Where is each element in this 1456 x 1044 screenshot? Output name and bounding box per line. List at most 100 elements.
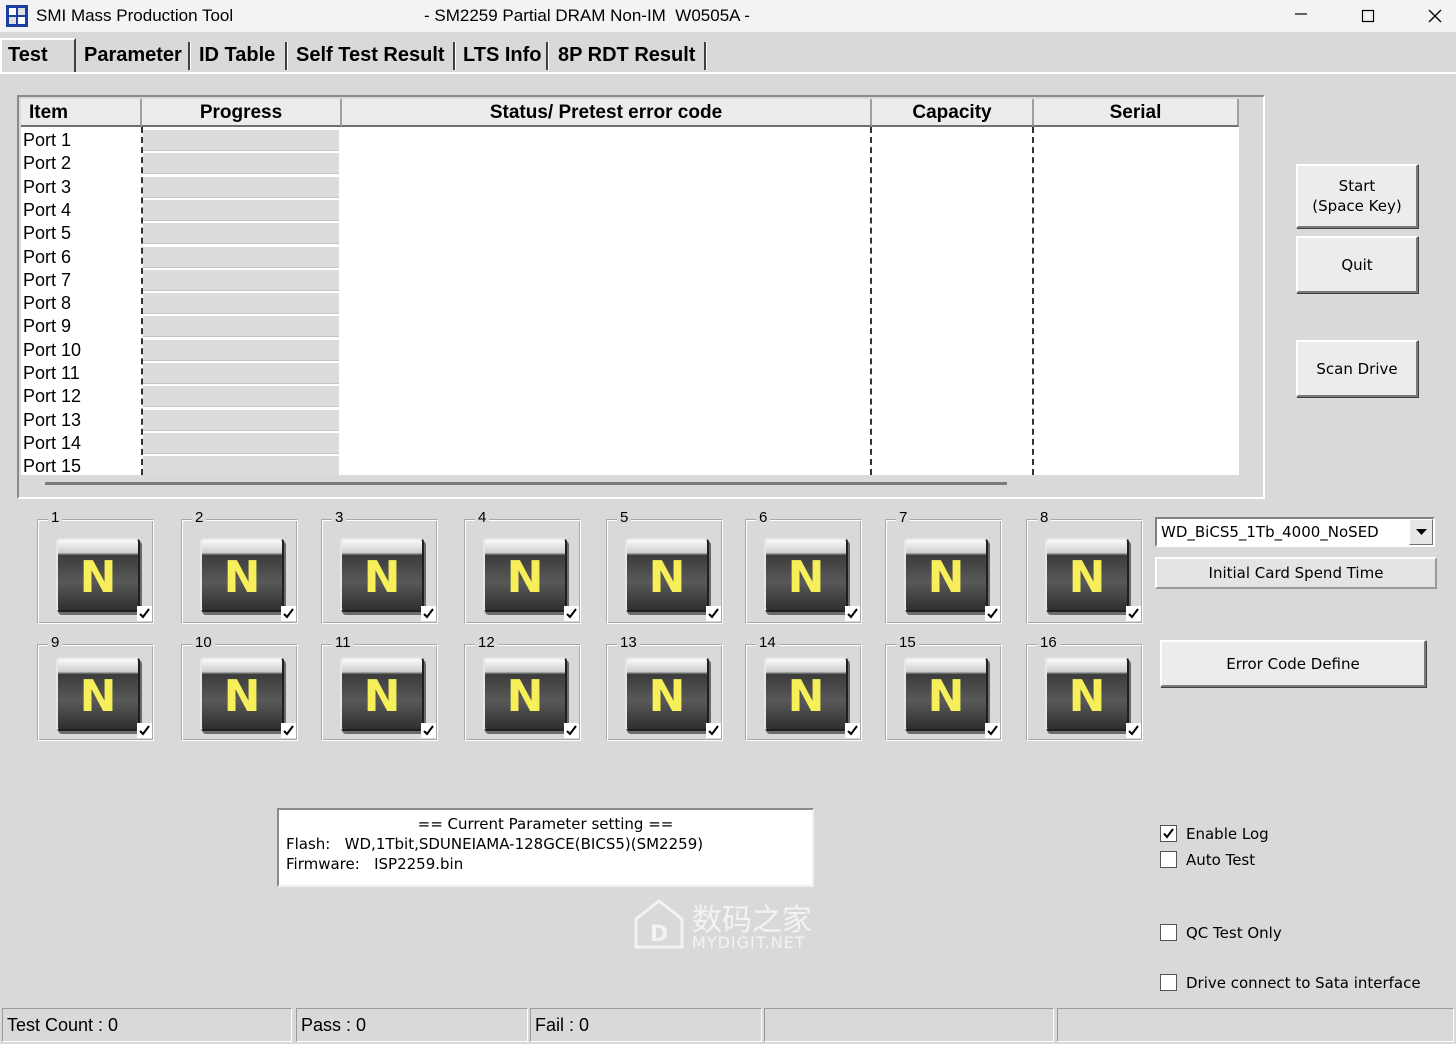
port-item-label: Port 12 <box>23 386 82 407</box>
port-status-letter: N <box>506 552 544 603</box>
dropdown-button[interactable] <box>1409 519 1433 545</box>
tab-test[interactable]: Test <box>0 38 76 72</box>
maximize-button[interactable] <box>1345 0 1391 32</box>
column-header-progress[interactable]: Progress <box>142 99 342 127</box>
table-row[interactable]: Port 6 <box>21 246 1239 269</box>
port-status-13[interactable]: 13 N <box>606 635 723 741</box>
table-row[interactable]: Port 1 <box>21 129 1239 152</box>
table-row[interactable]: Port 12 <box>21 385 1239 408</box>
checkbox-box[interactable] <box>1160 924 1177 941</box>
table-row[interactable]: Port 7 <box>21 269 1239 292</box>
maximize-icon <box>1361 9 1375 23</box>
checkbox-box[interactable] <box>1160 825 1177 842</box>
port-check-icon[interactable] <box>421 723 436 738</box>
port-status-letter: N <box>506 671 544 722</box>
chevron-down-icon <box>1416 529 1427 535</box>
tab-lts-info[interactable]: LTS Info <box>457 40 548 70</box>
progress-bar <box>143 153 339 175</box>
port-check-icon[interactable] <box>1126 606 1141 621</box>
checkbox-box[interactable] <box>1160 851 1177 868</box>
port-item-label: Port 3 <box>23 176 72 197</box>
table-row[interactable]: Port 8 <box>21 292 1239 315</box>
port-check-icon[interactable] <box>421 606 436 621</box>
minimize-button[interactable] <box>1278 0 1324 32</box>
horizontal-scrollbar[interactable] <box>45 482 1007 485</box>
table-row[interactable]: Port 11 <box>21 362 1239 385</box>
port-status-icon: N <box>340 657 424 731</box>
tab-8p-rdt-result[interactable]: 8P RDT Result <box>552 40 701 70</box>
table-row[interactable]: Port 3 <box>21 176 1239 199</box>
port-check-icon[interactable] <box>137 606 152 621</box>
close-button[interactable] <box>1412 0 1456 32</box>
scan-drive-button[interactable]: Scan Drive <box>1296 340 1418 397</box>
port-status-icon: N <box>904 657 988 731</box>
tab-id-table[interactable]: ID Table <box>193 40 281 70</box>
port-status-10[interactable]: 10 N <box>181 635 298 741</box>
tab-separator <box>546 42 548 70</box>
start-button[interactable]: Start (Space Key) <box>1296 164 1418 228</box>
port-check-icon[interactable] <box>845 723 860 738</box>
column-header-capacity[interactable]: Capacity <box>872 99 1034 127</box>
tab-parameter[interactable]: Parameter <box>78 40 188 70</box>
table-row[interactable]: Port 9 <box>21 315 1239 338</box>
port-status-15[interactable]: 15 N <box>885 635 1002 741</box>
port-check-icon[interactable] <box>281 723 296 738</box>
port-check-icon[interactable] <box>281 606 296 621</box>
port-status-4[interactable]: 4N <box>464 510 581 624</box>
progress-bar <box>143 223 339 245</box>
progress-bar <box>143 432 339 454</box>
port-check-icon[interactable] <box>985 723 1000 738</box>
port-check-icon[interactable] <box>564 606 579 621</box>
port-status-1[interactable]: 1N <box>37 510 154 624</box>
port-status-9[interactable]: 9N <box>37 635 154 741</box>
port-status-5[interactable]: 5N <box>606 510 723 624</box>
table-row[interactable]: Port 14 <box>21 432 1239 455</box>
port-status-7[interactable]: 7N <box>885 510 1002 624</box>
port-number: 8 <box>1037 510 1052 526</box>
error-code-define-button[interactable]: Error Code Define <box>1160 640 1426 687</box>
parameter-flash: Flash: WD,1Tbit,SDUNEIAMA-128GCE(BICS5)(… <box>286 835 704 853</box>
port-status-icon: N <box>483 538 567 612</box>
port-check-icon[interactable] <box>137 723 152 738</box>
smi-app-icon <box>6 5 28 27</box>
progress-bar <box>143 386 339 408</box>
port-check-icon[interactable] <box>1126 723 1141 738</box>
column-header-item[interactable]: Item <box>21 99 142 127</box>
progress-bar <box>143 130 339 151</box>
port-status-12[interactable]: 12 N <box>464 635 581 741</box>
tab-separator <box>704 42 706 70</box>
port-check-icon[interactable] <box>985 606 1000 621</box>
checkbox-box[interactable] <box>1160 974 1177 991</box>
port-status-14[interactable]: 14 N <box>745 635 862 741</box>
port-status-2[interactable]: 2N <box>181 510 298 624</box>
port-check-icon[interactable] <box>706 606 721 621</box>
port-item-label: Port 7 <box>23 269 72 290</box>
port-status-16[interactable]: 16 N <box>1026 635 1143 741</box>
port-status-8[interactable]: 8N <box>1026 510 1143 624</box>
port-check-icon[interactable] <box>564 723 579 738</box>
port-item-label: Port 15 <box>23 456 82 475</box>
table-row[interactable]: Port 4 <box>21 199 1239 222</box>
table-row[interactable]: Port 2 <box>21 152 1239 175</box>
column-header-status[interactable]: Status/ Pretest error code <box>342 99 872 127</box>
quit-button[interactable]: Quit <box>1296 236 1418 293</box>
port-status-icon: N <box>625 657 709 731</box>
port-check-icon[interactable] <box>706 723 721 738</box>
progress-bar <box>143 363 339 384</box>
table-row[interactable]: Port 5 <box>21 222 1239 245</box>
table-row[interactable]: Port 15 <box>21 455 1239 475</box>
port-status-3[interactable]: 3N <box>321 510 438 624</box>
tab-self-test-result[interactable]: Self Test Result <box>290 40 451 70</box>
table-row[interactable]: Port 10 <box>21 339 1239 362</box>
port-status-6[interactable]: 6N <box>745 510 862 624</box>
column-header-serial[interactable]: Serial <box>1034 99 1239 127</box>
port-list-view[interactable]: Item Progress Status/ Pretest error code… <box>17 95 1265 499</box>
port-number: 14 <box>756 635 779 651</box>
port-number: 7 <box>896 510 911 526</box>
start-button-label: Start <box>1338 177 1376 195</box>
flash-type-select[interactable]: WD_BiCS5_1Tb_4000_NoSED <box>1155 517 1435 547</box>
port-number: 3 <box>332 510 347 526</box>
table-row[interactable]: Port 13 <box>21 409 1239 432</box>
port-check-icon[interactable] <box>845 606 860 621</box>
port-status-11[interactable]: 11 N <box>321 635 438 741</box>
